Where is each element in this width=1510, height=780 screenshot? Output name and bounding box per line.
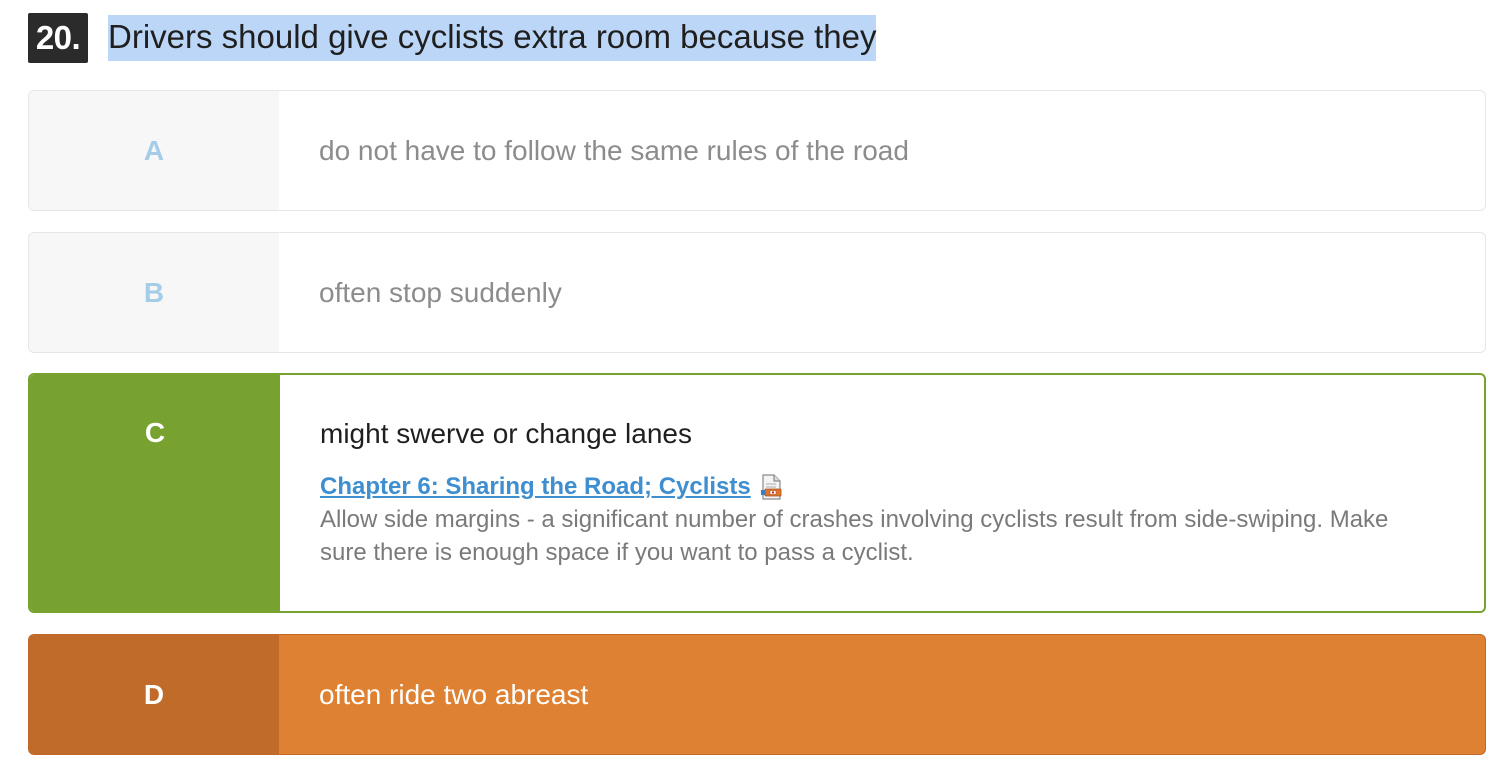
question-number: 20. — [28, 13, 88, 63]
answer-option-b[interactable]: B often stop suddenly — [28, 232, 1486, 353]
question-text: Drivers should give cyclists extra room … — [108, 15, 877, 61]
reference-link-row: Chapter 6: Sharing the Road; Cyclists — [320, 471, 1484, 503]
answer-letter: C — [30, 375, 280, 611]
answer-letter: D — [29, 635, 279, 754]
answer-option-d[interactable]: D often ride two abreast — [28, 634, 1486, 755]
answer-content: might swerve or change lanes Chapter 6: … — [280, 375, 1484, 611]
answer-text: often ride two abreast — [319, 678, 589, 710]
pdf-document-icon[interactable] — [759, 473, 785, 501]
answer-letter: A — [29, 91, 279, 210]
answer-text: often stop suddenly — [319, 276, 562, 308]
question-header: 20. Drivers should give cyclists extra r… — [28, 13, 877, 63]
answer-content: do not have to follow the same rules of … — [279, 91, 1485, 210]
answer-content: often ride two abreast — [279, 635, 1485, 754]
answer-text: might swerve or change lanes — [320, 418, 692, 449]
answer-letter: B — [29, 233, 279, 352]
answer-explanation: Allow side margins - a significant numbe… — [320, 506, 1389, 566]
answer-option-a[interactable]: A do not have to follow the same rules o… — [28, 90, 1486, 211]
answer-option-c[interactable]: C might swerve or change lanes Chapter 6… — [28, 373, 1486, 613]
answer-content: often stop suddenly — [279, 233, 1485, 352]
chapter-reference-link[interactable]: Chapter 6: Sharing the Road; Cyclists — [320, 471, 751, 503]
answer-text: do not have to follow the same rules of … — [319, 134, 909, 166]
